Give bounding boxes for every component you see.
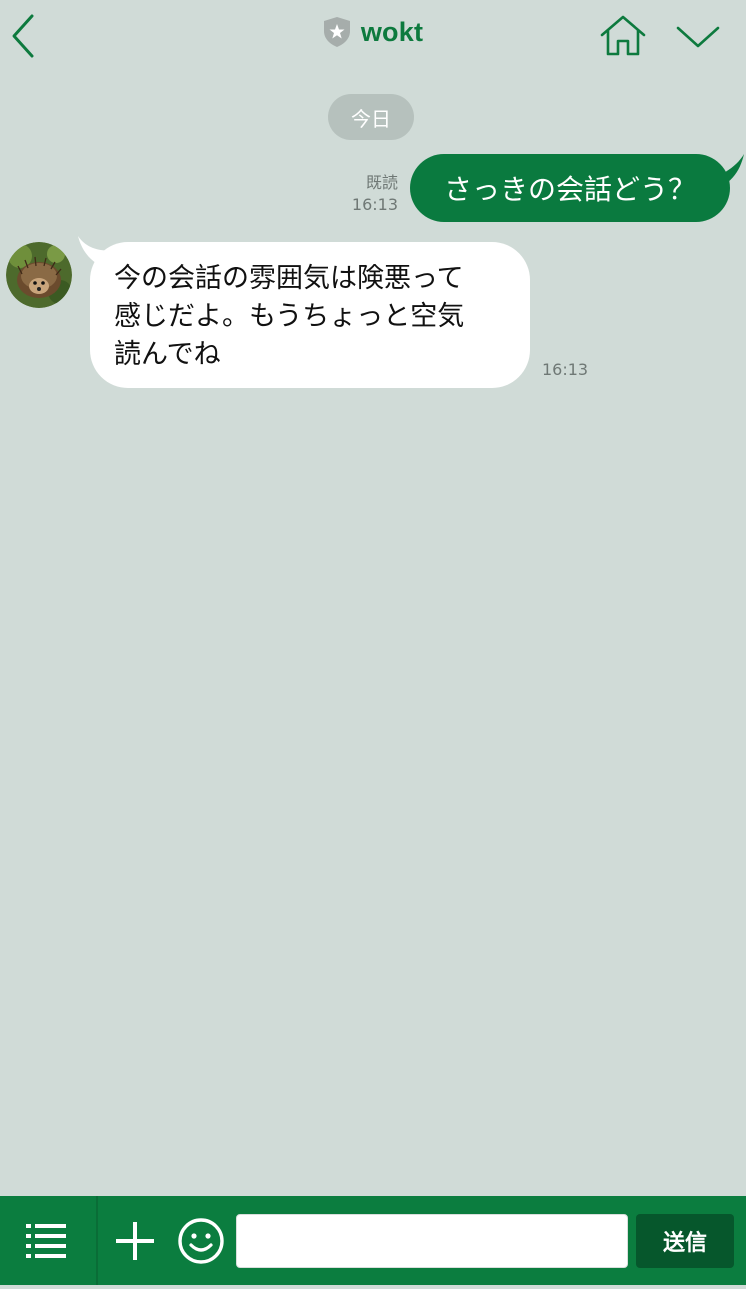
chevron-down-icon (676, 26, 720, 48)
contact-avatar[interactable] (6, 242, 72, 308)
received-message-line: 読んでね (114, 339, 221, 370)
chat-title: wokt (360, 16, 424, 47)
sent-message-bubble[interactable]: さっきの会話どう？ (410, 154, 730, 222)
more-dropdown-button[interactable] (674, 20, 722, 54)
menu-button[interactable] (0, 1196, 96, 1285)
received-message-bubble[interactable]: 今の会話の雰囲気は険悪って 感じだよ。もうちょっと空気 読んでね (90, 242, 530, 388)
emoji-button[interactable] (176, 1216, 226, 1266)
sent-message-meta: 既読 16:13 (352, 172, 398, 216)
chat-header: wokt (0, 0, 746, 72)
home-button[interactable] (598, 14, 648, 58)
message-input[interactable] (236, 1214, 628, 1268)
received-message-line: 今の会話の雰囲気は険悪って (114, 263, 464, 294)
plus-icon (116, 1222, 154, 1260)
smiley-icon (178, 1218, 224, 1264)
home-icon (600, 15, 646, 56)
sent-message-text: さっきの会話どう？ (443, 173, 696, 206)
send-button[interactable]: 送信 (636, 1214, 734, 1268)
hedgehog-avatar (6, 242, 72, 308)
date-separator: 今日 (328, 94, 414, 140)
add-attachment-button[interactable] (112, 1218, 158, 1264)
received-message-line: 感じだよ。もうちょっと空気 (114, 301, 465, 332)
received-message-time: 16:13 (542, 360, 589, 379)
composer-bar: 送信 (0, 1196, 746, 1285)
shield-star-icon (323, 17, 350, 47)
read-receipt: 既読 (365, 173, 398, 192)
bar-divider (96, 1196, 98, 1285)
sent-message-time: 16:13 (351, 195, 398, 214)
list-icon (26, 1224, 66, 1258)
